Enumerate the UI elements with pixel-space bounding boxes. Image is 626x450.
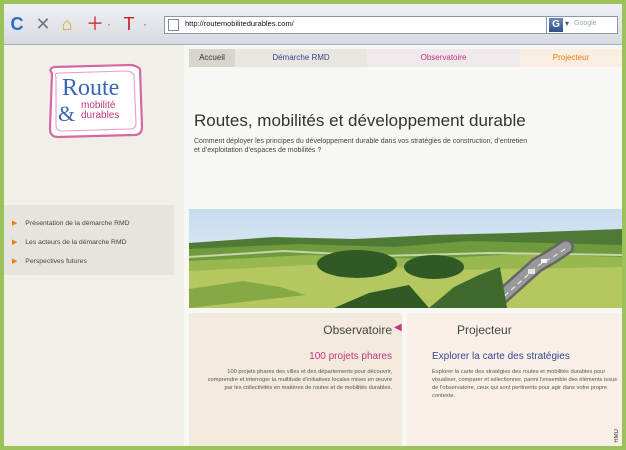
page-subtitle: Comment déployer les principes du dévelo…	[194, 138, 528, 154]
search-placeholder: Google	[574, 20, 597, 27]
logo-title: Route	[62, 75, 120, 101]
chevron-down-icon[interactable]: ▾	[565, 19, 569, 28]
page-icon	[168, 19, 179, 31]
page-title: Routes, mobilités et développement durab…	[194, 111, 526, 130]
tab-demarche-rmd[interactable]: Démarche RMD	[235, 49, 367, 67]
sidebar-item-acteurs[interactable]: ▶ Les acteurs de la démarche RMD	[12, 238, 127, 246]
separator-dot: ·	[143, 17, 147, 31]
reload-icon[interactable]: C	[8, 13, 26, 35]
web-page: Route & mobilité durables ▶ Présentation…	[4, 45, 622, 446]
address-bar[interactable]: http://routemobilitedurables.com/ ☆ ▾	[164, 16, 592, 34]
search-box[interactable]: G ▾ Google	[546, 16, 618, 34]
projecteur-title: Projecteur	[457, 323, 512, 337]
sidebar-item-presentation[interactable]: ▶ Présentation de la démarche RMD	[12, 219, 130, 227]
projecteur-body: Explorer la carte des stratégies des rou…	[432, 369, 617, 399]
observatoire-body: 100 projets phares des villes et des dép…	[207, 369, 392, 391]
sidebar-item-label: Présentation de la démarche RMD	[25, 220, 130, 227]
browser-window: C ✕ ⌂ ＋ · T · http://routemobilitedurabl…	[4, 4, 622, 446]
chevron-right-icon: ▶	[12, 220, 18, 227]
observatoire-card[interactable]: Observatoire 100 projets phares 100 proj…	[189, 313, 402, 446]
sidebar: Route & mobilité durables ▶ Présentation…	[4, 45, 184, 446]
browser-toolbar: C ✕ ⌂ ＋ · T · http://routemobilitedurabl…	[4, 4, 622, 45]
plus-icon[interactable]: ＋	[86, 13, 104, 35]
tab-observatoire[interactable]: Observatoire	[367, 49, 520, 67]
projecteur-card[interactable]: Projecteur Explorer la carte des stratég…	[407, 313, 622, 446]
sidebar-item-label: Perspectives futures	[25, 258, 87, 265]
url-text: http://routemobilitedurables.com/	[185, 19, 294, 28]
projecteur-subtitle: Explorer la carte des stratégies	[432, 351, 570, 362]
logo-ampersand: &	[58, 101, 76, 126]
home-icon[interactable]: ⌂	[58, 13, 76, 35]
separator-dot: ·	[107, 17, 111, 31]
logo-subtitle: durables	[81, 110, 120, 121]
tab-accueil[interactable]: Accueil	[189, 49, 235, 67]
google-search-icon: G	[549, 18, 563, 32]
stop-icon[interactable]: ✕	[34, 13, 52, 35]
landscape-image	[188, 209, 622, 316]
side-menu: ▶ Présentation de la démarche RMD ▶ Les …	[4, 205, 174, 275]
site-logo[interactable]: Route & mobilité durables	[44, 63, 149, 141]
observatoire-subtitle: 100 projets phares	[309, 351, 392, 362]
hero-image	[188, 209, 622, 316]
observatoire-title: Observatoire	[323, 323, 392, 337]
sidebar-item-perspectives[interactable]: ▶ Perspectives futures	[12, 257, 87, 265]
chevron-right-icon: ▶	[12, 239, 18, 246]
left-arrow-icon: ◀	[394, 322, 402, 333]
tab-projecteur[interactable]: Projecteur	[520, 49, 622, 67]
credit-label: RMD	[614, 429, 620, 443]
text-icon[interactable]: T	[120, 13, 138, 35]
chevron-right-icon: ▶	[12, 258, 18, 265]
sidebar-item-label: Les acteurs de la démarche RMD	[25, 239, 127, 246]
